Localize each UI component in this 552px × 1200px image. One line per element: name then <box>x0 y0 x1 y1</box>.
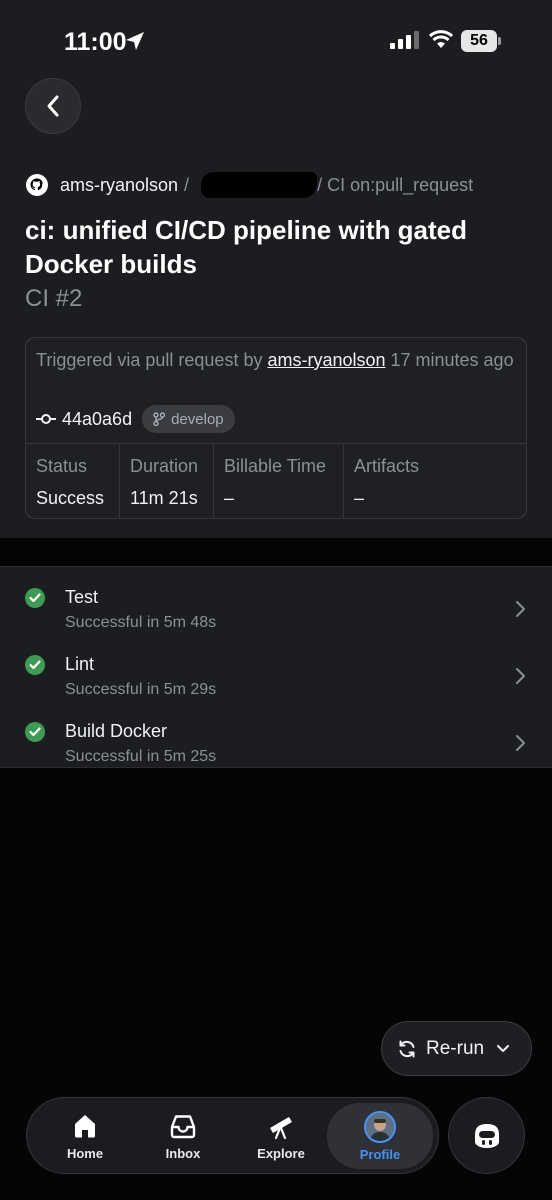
job-status: Successful in 5m 48s <box>65 614 217 631</box>
tab-home[interactable]: Home <box>35 1098 135 1173</box>
avatar <box>364 1111 396 1143</box>
job-row-lint[interactable]: Lint Successful in 5m 29s <box>0 642 552 709</box>
telescope-icon <box>270 1117 292 1140</box>
run-stats: Status Success Duration 11m 21s Billable… <box>26 443 526 518</box>
branch-badge[interactable]: develop <box>142 405 235 433</box>
stat-artifacts: Artifacts – <box>344 444 526 518</box>
avatar-image <box>366 1113 394 1141</box>
repo-breadcrumb: ams-ryanolson / / CI on:pull_request <box>26 172 474 198</box>
location-arrow-icon <box>126 32 144 50</box>
tab-label: Explore <box>257 1146 305 1161</box>
chevron-right-icon <box>516 601 525 617</box>
branch-icon <box>153 412 166 426</box>
stat-value: Success <box>36 488 105 508</box>
job-name: Test <box>65 587 99 607</box>
rerun-label: Re-run <box>426 1037 485 1059</box>
commit-icon <box>36 414 56 424</box>
success-check-icon <box>25 722 45 742</box>
commit-sha[interactable]: 44a0a6d <box>62 409 132 430</box>
jobs-list: Test Successful in 5m 48s Lint Successfu… <box>0 566 552 768</box>
copilot-button[interactable] <box>448 1097 525 1174</box>
stat-label: Billable Time <box>224 456 327 476</box>
stat-label: Artifacts <box>354 456 420 476</box>
rerun-button[interactable]: Re-run <box>381 1021 532 1076</box>
battery-indicator: 56 <box>461 30 501 52</box>
chevron-right-icon <box>516 668 525 684</box>
stat-billable-time: Billable Time – <box>214 444 344 518</box>
job-name: Lint <box>65 654 95 674</box>
job-status: Successful in 5m 29s <box>65 681 217 698</box>
stat-status: Status Success <box>26 444 120 518</box>
tab-label: Home <box>66 1146 104 1161</box>
tab-explore[interactable]: Explore <box>231 1098 331 1173</box>
back-button[interactable] <box>25 78 81 134</box>
run-info-card: Triggered via pull request by ams-ryanol… <box>25 337 527 519</box>
battery-cap <box>498 37 501 45</box>
chevron-right-icon <box>516 735 525 751</box>
success-check-icon <box>25 588 45 608</box>
signal-icon <box>390 31 419 49</box>
repo-owner[interactable]: ams-ryanolson <box>60 175 178 196</box>
run-title: ci: unified CI/CD pipeline with gated Do… <box>25 215 468 279</box>
stat-value: – <box>224 488 235 508</box>
run-number: CI #2 <box>25 285 83 312</box>
job-status: Successful in 5m 25s <box>65 748 217 765</box>
stat-duration: Duration 11m 21s <box>120 444 214 518</box>
chevron-left-icon <box>47 95 59 117</box>
workflow-name: / CI on:pull_request <box>317 174 474 195</box>
trigger-user-link[interactable]: ams-ryanolson <box>267 350 385 370</box>
bottom-tab-bar: Home Inbox Explore Profile <box>26 1097 439 1174</box>
breadcrumb-separator: / <box>184 174 190 195</box>
inbox-icon <box>170 1115 196 1139</box>
job-row-test[interactable]: Test Successful in 5m 48s <box>0 575 552 642</box>
chevron-down-icon <box>497 1044 510 1052</box>
stat-value: – <box>354 488 365 508</box>
stat-label: Status <box>36 456 88 476</box>
home-icon <box>75 1115 95 1138</box>
trigger-suffix: 17 minutes ago <box>385 350 514 370</box>
sync-icon <box>399 1040 415 1057</box>
tab-inbox[interactable]: Inbox <box>133 1098 233 1173</box>
job-row-build-docker[interactable]: Build Docker Successful in 5m 25s <box>0 709 552 776</box>
stat-value: 11m 21s <box>130 488 198 508</box>
success-check-icon <box>25 655 45 675</box>
trigger-prefix: Triggered via pull request by <box>36 350 268 370</box>
copilot-icon <box>474 1123 499 1148</box>
commit-row: 44a0a6d develop <box>36 404 235 434</box>
battery-level: 56 <box>461 30 497 52</box>
tab-label: Inbox <box>165 1146 201 1161</box>
branch-name: develop <box>171 410 224 428</box>
tab-profile[interactable]: Profile <box>327 1103 433 1169</box>
status-time: 11:00 <box>64 28 127 56</box>
tab-label: Profile <box>359 1147 401 1162</box>
redacted-repo-name <box>201 172 318 198</box>
trigger-description: Triggered via pull request by ams-ryanol… <box>36 347 521 373</box>
wifi-icon <box>428 30 454 48</box>
stat-label: Duration <box>130 456 199 476</box>
github-icon <box>26 174 48 196</box>
status-bar: 11:00 56 <box>0 0 552 80</box>
job-name: Build Docker <box>65 721 168 741</box>
